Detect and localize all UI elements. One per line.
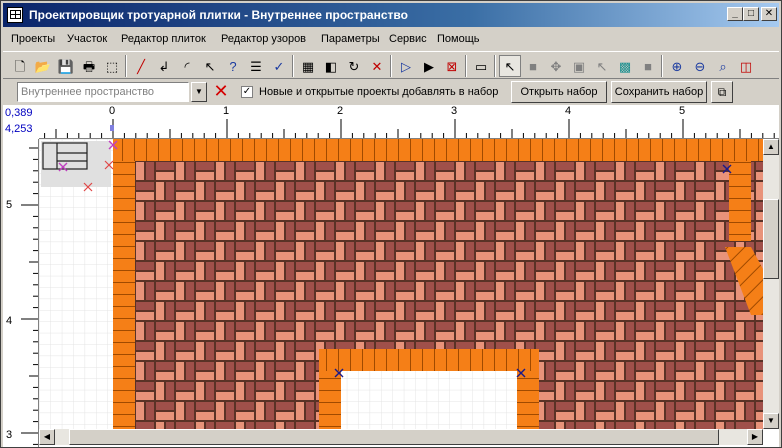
h-ruler-label: 0 <box>109 105 116 117</box>
add-to-set-label: Новые и открытые проекты добавлять в наб… <box>259 86 499 98</box>
toolbar-separator <box>661 55 663 77</box>
horizontal-ruler: 0 1 2 3 4 5 <box>39 105 779 139</box>
vertical-scrollbar[interactable]: ▲ ▼ <box>763 139 779 429</box>
h-ruler-label: 3 <box>451 105 458 117</box>
menu-parameters[interactable]: Параметры <box>321 33 380 45</box>
new-file-icon[interactable]: 🗋 <box>9 55 31 77</box>
layout-icon[interactable]: ⧉ <box>711 81 733 103</box>
select-rect-icon[interactable]: ⬚ <box>101 55 123 77</box>
toolbar-separator <box>494 55 496 77</box>
scroll-down-button[interactable]: ▼ <box>763 413 779 429</box>
v-ruler-label: 5 <box>6 199 13 211</box>
toolbar-separator <box>125 55 127 77</box>
open-folder-icon[interactable]: 📂 <box>32 55 54 77</box>
scene-combo[interactable]: Внутреннее пространство <box>17 82 189 102</box>
app-window: Проектировщик тротуарной плитки - Внутре… <box>0 0 782 448</box>
zoom-out-icon[interactable]: ⊖ <box>689 55 711 77</box>
help-icon[interactable]: ? <box>222 55 244 77</box>
texture-icon[interactable]: ▩ <box>614 55 636 77</box>
toolbar-separator <box>292 55 294 77</box>
horizontal-scrollbar[interactable]: ◀ ▶ <box>39 429 763 445</box>
scroll-up-button[interactable]: ▲ <box>763 139 779 155</box>
save-icon[interactable]: 💾 <box>55 55 77 77</box>
add-to-set-checkbox[interactable]: ✓ <box>241 86 253 98</box>
arrow-disabled-icon[interactable]: ↖ <box>591 55 613 77</box>
zoom-in-icon[interactable]: ⊕ <box>666 55 688 77</box>
color-fill-icon[interactable]: ◧ <box>320 55 342 77</box>
print-icon[interactable]: 🖶 <box>78 55 100 77</box>
draw-arc-icon[interactable]: ◜ <box>176 55 198 77</box>
grid-icon[interactable]: ▦ <box>297 55 319 77</box>
move-node-icon[interactable]: ✥ <box>545 55 567 77</box>
delete-icon[interactable]: ✕ <box>366 55 388 77</box>
run-step-icon[interactable]: ▷ <box>395 55 417 77</box>
menu-tile-editor[interactable]: Редактор плиток <box>121 33 206 45</box>
draw-polyline-icon[interactable]: ↲ <box>153 55 175 77</box>
run-icon[interactable]: ▶ <box>418 55 440 77</box>
remove-icon[interactable]: ✕ <box>210 82 232 102</box>
tile-view-icon[interactable]: ▭ <box>470 55 492 77</box>
coord-x: 0,389 <box>5 107 33 119</box>
coord-y: 4,253 <box>5 123 33 135</box>
menu-help[interactable]: Помощь <box>437 33 480 45</box>
set-toolbar: Внутреннее пространство ▼ ✕ ✓ Новые и от… <box>3 79 779 105</box>
menu-pattern-editor[interactable]: Редактор узоров <box>221 33 306 45</box>
window-title: Проектировщик тротуарной плитки - Внутре… <box>29 8 408 22</box>
gray-fill-icon[interactable]: ■ <box>637 55 659 77</box>
save-set-button[interactable]: Сохранить набор <box>611 81 707 103</box>
menu-projects[interactable]: Проекты <box>11 33 55 45</box>
v-ruler-label: 4 <box>6 315 13 327</box>
rotate-icon[interactable]: ↻ <box>343 55 365 77</box>
toolbar-separator <box>465 55 467 77</box>
menu-service[interactable]: Сервис <box>389 33 427 45</box>
list-icon[interactable]: ☰ <box>245 55 267 77</box>
menu-bar: Проекты Участок Редактор плиток Редактор… <box>3 29 779 49</box>
horizontal-scroll-thumb[interactable] <box>69 429 719 445</box>
h-ruler-label: 2 <box>337 105 344 117</box>
vertical-scroll-thumb[interactable] <box>763 199 779 279</box>
paving-canvas[interactable] <box>39 139 763 429</box>
scene-combo-text: Внутреннее пространство <box>21 86 155 98</box>
select-pointer-icon[interactable]: ↖ <box>199 55 221 77</box>
resize-area-icon[interactable]: ▣ <box>568 55 590 77</box>
scroll-right-button[interactable]: ▶ <box>747 429 763 445</box>
chevron-down-icon[interactable]: ▼ <box>191 82 207 102</box>
menu-site[interactable]: Участок <box>67 33 107 45</box>
draw-line-icon[interactable]: ╱ <box>130 55 152 77</box>
scroll-left-button[interactable]: ◀ <box>39 429 55 445</box>
minimize-button[interactable]: _ <box>727 7 743 21</box>
toolbar-separator <box>390 55 392 77</box>
zoom-frame-icon[interactable]: ◫ <box>735 55 757 77</box>
maximize-button[interactable]: □ <box>743 7 759 21</box>
check-icon[interactable]: ✓ <box>268 55 290 77</box>
h-ruler-label: 4 <box>565 105 572 117</box>
zoom-fit-icon[interactable]: ⌕ <box>712 55 734 77</box>
title-bar[interactable]: Проектировщик тротуарной плитки - Внутре… <box>3 3 779 27</box>
app-icon <box>7 7 23 23</box>
v-ruler-label: 3 <box>6 429 13 441</box>
canvas-area: 0,389 4,253 0 1 2 3 4 5 5 4 3 ▲ ▼ ◀ ▶ <box>3 105 779 447</box>
h-ruler-label: 5 <box>679 105 686 117</box>
stop-icon[interactable]: ⊠ <box>441 55 463 77</box>
arrow-select-icon[interactable]: ↖ <box>499 55 521 77</box>
open-set-button[interactable]: Открыть набор <box>511 81 607 103</box>
close-button[interactable]: ✕ <box>761 7 777 21</box>
main-toolbar: 🗋 📂 💾 🖶 ⬚ ╱ ↲ ◜ ↖? ☰ ✓ ▦ ◧ ↻ ✕ ▷ ▶ ⊠ ▭ ↖ ■ ✥ ▣ ↖ ▩ ■ ⊕ ⊖ ⌕ ◫ <box>3 51 779 79</box>
h-ruler-label: 1 <box>223 105 230 117</box>
vertical-ruler: 5 4 3 <box>3 139 39 447</box>
fill-area-icon[interactable]: ■ <box>522 55 544 77</box>
